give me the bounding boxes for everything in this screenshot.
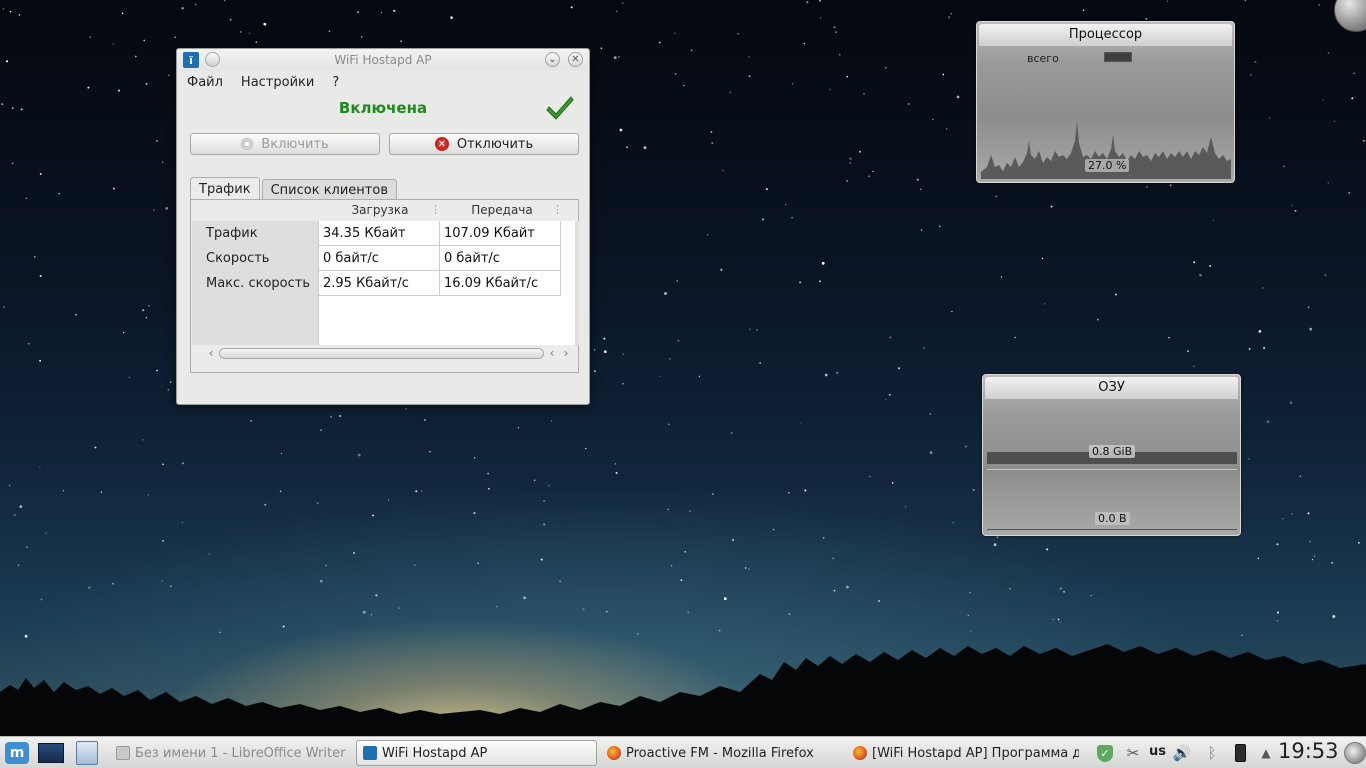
tab-clients[interactable]: Список клиентов <box>261 179 397 201</box>
status-text: Включена <box>338 99 428 117</box>
menu-help[interactable]: ? <box>332 75 339 90</box>
traffic-table: Загрузка Передача Трафик 34.35 Кбайт 107… <box>191 200 579 345</box>
bluetooth-icon[interactable]: ᛒ <box>1203 744 1221 762</box>
menubar: Файл Настройки ? <box>177 71 589 93</box>
tray-expand-icon[interactable]: ▲ <box>1257 744 1275 762</box>
horizontal-scrollbar[interactable]: ‹ ‹ › <box>205 345 569 361</box>
document-icon <box>116 746 130 760</box>
cpu-usage-value: 27.0 % <box>1085 159 1130 172</box>
swap-usage-graph <box>987 529 1237 530</box>
phone-icon[interactable] <box>1231 744 1249 762</box>
treeline <box>0 644 1366 738</box>
volume-icon[interactable]: 🔊 <box>1173 744 1192 762</box>
swap-usage-value: 0.0 B <box>1095 512 1130 525</box>
scissors-icon[interactable]: ✂ <box>1124 744 1142 762</box>
tab-bar: Трафик Список клиентов <box>190 177 399 201</box>
ram-usage-value: 0.8 GiB <box>1089 445 1136 458</box>
ram-widget-title: ОЗУ <box>985 377 1238 399</box>
task-firefox-hostapd-program[interactable]: [WiFi Hostapd AP] Программа дл <box>847 740 1079 766</box>
firefox-icon <box>607 746 621 760</box>
action-buttons: Включить ✕ Отключить <box>177 129 589 159</box>
wifi-hostapd-window: ï WiFi Hostapd AP ⌄ ✕ Файл Настройки ? В… <box>176 48 590 405</box>
checkmark-icon <box>546 96 574 120</box>
task-label: [WiFi Hostapd AP] Программа дл <box>872 745 1079 761</box>
firefox-icon <box>853 746 867 760</box>
column-header-upload[interactable]: Передача <box>441 203 563 221</box>
enable-button[interactable]: Включить <box>190 133 380 155</box>
update-shield-icon[interactable]: ✓ <box>1096 744 1114 762</box>
row-header[interactable]: Скорость <box>192 246 318 271</box>
desktop-icon <box>38 743 64 763</box>
file-manager-icon <box>76 741 98 765</box>
table-cell[interactable]: 0 байт/с <box>319 246 440 271</box>
task-wifi-hostapd[interactable]: WiFi Hostapd AP <box>356 740 597 766</box>
task-label: Без имени 1 - LibreOffice Writer <box>135 745 346 761</box>
task-firefox-proactive[interactable]: Proactive FM - Mozilla Firefox <box>601 740 843 766</box>
scroll-left-icon[interactable]: ‹ <box>205 346 217 360</box>
file-manager-button[interactable] <box>74 741 100 765</box>
ram-monitor-widget[interactable]: ОЗУ 0.8 GiB 0.0 B <box>982 374 1241 536</box>
task-label: WiFi Hostapd AP <box>382 745 488 761</box>
window-titlebar[interactable]: ï WiFi Hostapd AP ⌄ ✕ <box>177 49 589 71</box>
table-cell[interactable]: 2.95 Кбайт/с <box>319 271 440 296</box>
scroll-left-icon[interactable]: ‹ <box>546 346 558 360</box>
scrollbar-thumb[interactable] <box>219 348 544 359</box>
table-header: Загрузка Передача <box>319 203 575 221</box>
mint-logo-icon: m <box>5 742 29 764</box>
stop-icon: ✕ <box>434 137 449 151</box>
enable-button-label: Включить <box>261 136 329 152</box>
table-cell[interactable]: 16.09 Кбайт/с <box>440 271 561 296</box>
clock[interactable]: 19:53 <box>1278 739 1339 763</box>
pin-icon[interactable] <box>205 52 220 67</box>
menu-settings[interactable]: Настройки <box>241 75 314 90</box>
table-cell[interactable]: 0 байт/с <box>440 246 561 271</box>
status-row: Включена <box>177 93 589 129</box>
wifi-app-icon <box>363 746 377 760</box>
vertical-scrollbar[interactable] <box>575 221 579 345</box>
keyboard-layout-indicator[interactable]: us <box>1149 744 1166 759</box>
task-label: Proactive FM - Mozilla Firefox <box>626 745 814 761</box>
cpu-legend-swatch <box>1104 52 1132 62</box>
cpu-widget-title: Процессор <box>979 24 1232 46</box>
close-button[interactable]: ✕ <box>568 52 583 67</box>
power-icon <box>241 138 254 150</box>
menu-file[interactable]: Файл <box>187 75 223 90</box>
table-cell[interactable]: 107.09 Кбайт <box>440 221 561 246</box>
tab-traffic[interactable]: Трафик <box>190 177 260 201</box>
column-header-download[interactable]: Загрузка <box>319 203 441 221</box>
window-title: WiFi Hostapd AP <box>334 53 432 67</box>
graph-divider <box>987 469 1237 470</box>
task-libreoffice-writer[interactable]: Без имени 1 - LibreOffice Writer <box>110 740 352 766</box>
minimize-button[interactable]: ⌄ <box>545 52 560 67</box>
row-header[interactable]: Трафик <box>192 221 318 246</box>
disable-button-label: Отключить <box>456 136 534 152</box>
dashboard-orb-icon[interactable] <box>1344 742 1366 764</box>
row-header[interactable]: Макс. скорость <box>192 271 318 296</box>
cpu-monitor-widget[interactable]: Процессор всего 27.0 % <box>976 21 1235 183</box>
disable-button[interactable]: ✕ Отключить <box>389 133 579 155</box>
show-desktop-button[interactable] <box>38 741 64 765</box>
scroll-right-icon[interactable]: › <box>560 346 572 360</box>
cpu-legend-label: всего <box>1027 52 1059 65</box>
traffic-panel: Загрузка Передача Трафик 34.35 Кбайт 107… <box>190 199 579 373</box>
application-menu-button[interactable]: m <box>4 741 30 765</box>
wifi-app-icon[interactable]: ï <box>183 52 199 68</box>
table-cell[interactable]: 34.35 Кбайт <box>319 221 440 246</box>
taskbar: m Без имени 1 - LibreOffice Writer WiFi … <box>0 736 1366 768</box>
